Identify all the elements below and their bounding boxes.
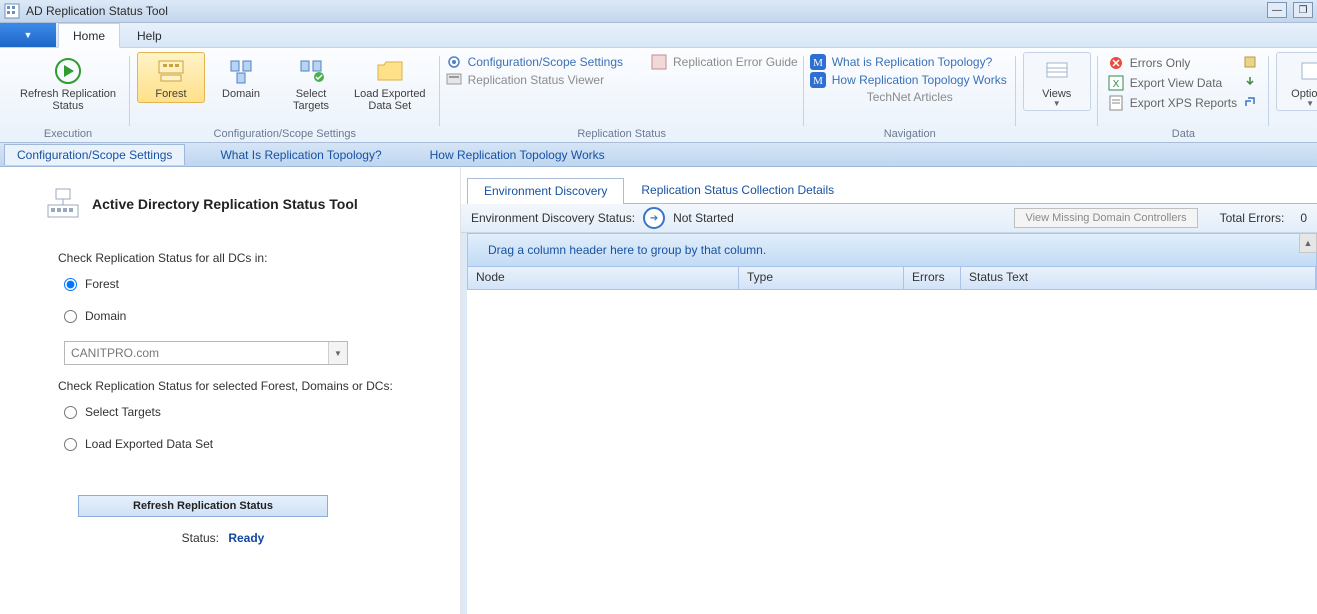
- ribbon-group-data: Errors Only X Export View Data Export XP…: [1098, 52, 1269, 142]
- errors-only-button[interactable]: Errors Only: [1104, 54, 1263, 72]
- chevron-down-icon[interactable]: ▼: [328, 342, 347, 364]
- file-tab[interactable]: ▼: [0, 23, 56, 47]
- title-bar: AD Replication Status Tool — ❐: [0, 0, 1317, 23]
- viewer-icon: [446, 72, 462, 88]
- export-arrow-icon: [1243, 75, 1259, 91]
- error-guide-icon: [651, 54, 667, 70]
- env-status-label: Environment Discovery Status:: [471, 211, 635, 225]
- settings-icon: [446, 54, 462, 70]
- radio-forest-input[interactable]: [64, 278, 77, 291]
- environment-discovery-bar: Environment Discovery Status: ➔ Not Star…: [461, 204, 1317, 233]
- ribbon-tab-help[interactable]: Help: [122, 23, 177, 47]
- grid-group-by-bar[interactable]: Drag a column header here to group by th…: [467, 233, 1317, 267]
- ribbon-tab-strip: ▼ Home Help: [0, 23, 1317, 48]
- grid-wrap: Drag a column header here to group by th…: [461, 233, 1317, 614]
- arrow-right-icon: ➔: [643, 207, 665, 229]
- total-errors-value: 0: [1300, 211, 1307, 225]
- replication-error-guide-link[interactable]: Replication Error Guide: [673, 55, 798, 69]
- views-button[interactable]: Views ▼: [1023, 52, 1091, 111]
- radio-select-targets-input[interactable]: [64, 406, 77, 419]
- radio-domain-input[interactable]: [64, 310, 77, 323]
- views-icon: [1041, 55, 1073, 87]
- doc-tab-what-is[interactable]: What Is Replication Topology?: [207, 144, 394, 165]
- col-node[interactable]: Node: [468, 267, 739, 289]
- left-panel: Active Directory Replication Status Tool…: [0, 167, 461, 614]
- play-icon: [52, 55, 84, 87]
- ribbon-group-navigation: M What is Replication Topology? M How Re…: [804, 52, 1016, 142]
- status-row: Status: Ready: [0, 531, 446, 545]
- forest-button[interactable]: Forest: [137, 52, 205, 103]
- check-selected-label: Check Replication Status for selected Fo…: [58, 379, 446, 393]
- ribbon-tab-home[interactable]: Home: [58, 23, 120, 48]
- grid-header-row: Node Type Errors Status Text: [467, 267, 1317, 290]
- xps-icon: [1108, 95, 1124, 111]
- doc-tab-config[interactable]: Configuration/Scope Settings: [4, 144, 185, 165]
- check-all-dcs-label: Check Replication Status for all DCs in:: [58, 251, 446, 265]
- detail-tab-strip: Environment Discovery Replication Status…: [467, 177, 1317, 204]
- view-missing-dcs-button[interactable]: View Missing Domain Controllers: [1014, 208, 1197, 228]
- options-button[interactable]: Options ▼: [1276, 52, 1317, 111]
- col-errors[interactable]: Errors: [904, 267, 961, 289]
- tab-environment-discovery[interactable]: Environment Discovery: [467, 178, 624, 204]
- tab-collection-details[interactable]: Replication Status Collection Details: [624, 177, 851, 203]
- export-view-data-button[interactable]: X Export View Data: [1104, 74, 1263, 92]
- main-content: Active Directory Replication Status Tool…: [0, 167, 1317, 614]
- radio-domain[interactable]: Domain: [64, 309, 446, 323]
- ribbon-group-execution: Refresh Replication Status Execution: [6, 52, 130, 142]
- env-status-value: Not Started: [673, 211, 734, 225]
- right-panel: Environment Discovery Replication Status…: [461, 167, 1317, 614]
- svg-text:M: M: [813, 57, 823, 69]
- app-icon: [4, 3, 20, 19]
- radio-select-targets[interactable]: Select Targets: [64, 405, 446, 419]
- radio-load-exported-input[interactable]: [64, 438, 77, 451]
- refresh-replication-status-main-button[interactable]: Refresh Replication Status: [78, 495, 328, 517]
- folder-icon: [374, 55, 406, 87]
- excel-icon: X: [1108, 75, 1124, 91]
- share-icon: [1243, 95, 1259, 111]
- save-icon: [1243, 55, 1259, 71]
- error-icon: [1108, 55, 1124, 71]
- m-icon: M: [810, 54, 826, 70]
- document-tab-strip: Configuration/Scope Settings What Is Rep…: [0, 143, 1317, 167]
- what-is-topology-link[interactable]: M What is Replication Topology?: [810, 54, 1010, 70]
- load-exported-button[interactable]: Load Exported Data Set: [347, 52, 433, 115]
- maximize-button[interactable]: ❐: [1293, 2, 1313, 18]
- select-targets-button[interactable]: Select Targets: [277, 52, 345, 115]
- doc-tab-how-works[interactable]: How Replication Topology Works: [417, 144, 618, 165]
- col-type[interactable]: Type: [739, 267, 904, 289]
- ribbon: Refresh Replication Status Execution For…: [0, 48, 1317, 143]
- how-topology-works-link[interactable]: M How Replication Topology Works: [810, 72, 1010, 88]
- domain-combobox[interactable]: CANITPRO.com ▼: [64, 341, 348, 365]
- svg-text:X: X: [1112, 79, 1119, 90]
- radio-forest[interactable]: Forest: [64, 277, 446, 291]
- ribbon-group-replication-status: Configuration/Scope Settings Replication…: [440, 52, 804, 142]
- options-icon: [1294, 55, 1317, 87]
- scroll-up-button[interactable]: ▲: [1299, 233, 1317, 253]
- minimize-button[interactable]: —: [1267, 2, 1287, 18]
- tool-icon: [46, 187, 80, 221]
- ribbon-group-views: Views ▼: [1016, 52, 1098, 142]
- technet-articles-link[interactable]: TechNet Articles: [810, 90, 1010, 104]
- ribbon-group-config: Forest Domain Select Targets Load Export…: [130, 52, 440, 142]
- svg-text:M: M: [813, 75, 823, 87]
- export-xps-reports-button[interactable]: Export XPS Reports: [1104, 94, 1263, 112]
- domain-button[interactable]: Domain: [207, 52, 275, 103]
- ribbon-group-options: Options ▼: [1269, 52, 1317, 142]
- radio-load-exported[interactable]: Load Exported Data Set: [64, 437, 446, 451]
- forest-icon: [155, 55, 187, 87]
- window-title: AD Replication Status Tool: [26, 4, 168, 18]
- replication-status-viewer-link[interactable]: Replication Status Viewer: [446, 72, 798, 88]
- m-icon: M: [810, 72, 826, 88]
- panel-title: Active Directory Replication Status Tool: [92, 196, 358, 212]
- refresh-replication-status-button[interactable]: Refresh Replication Status: [13, 52, 123, 115]
- status-value: Ready: [228, 531, 264, 545]
- col-status-text[interactable]: Status Text: [961, 267, 1316, 289]
- total-errors-label: Total Errors:: [1220, 211, 1285, 225]
- cfg-scope-settings-link[interactable]: Configuration/Scope Settings Replication…: [446, 54, 798, 70]
- select-targets-icon: [295, 55, 327, 87]
- domain-icon: [225, 55, 257, 87]
